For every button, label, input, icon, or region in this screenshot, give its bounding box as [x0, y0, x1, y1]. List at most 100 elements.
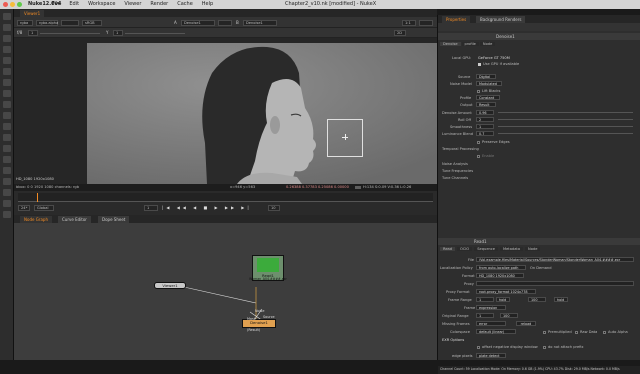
- preserve-edges-checkbox[interactable]: [477, 141, 480, 144]
- tab-ocio[interactable]: OCIO: [457, 247, 473, 251]
- denoise-amount-field[interactable]: 0.96: [476, 110, 494, 115]
- read1-header[interactable]: Read1: [438, 238, 640, 245]
- frame-select[interactable]: expression: [476, 305, 506, 310]
- particles-tools-icon[interactable]: [3, 145, 11, 152]
- furnace-tools-icon[interactable]: [3, 189, 11, 196]
- gamma-field[interactable]: 1: [113, 30, 123, 36]
- tab-dope-sheet[interactable]: Dope Sheet: [98, 216, 130, 223]
- input-b-node-select[interactable]: Denoise1: [243, 20, 277, 26]
- compare-mode-select[interactable]: [218, 20, 232, 26]
- downscale-select[interactable]: [419, 20, 433, 26]
- toolsets-icon[interactable]: [3, 167, 11, 174]
- menu-workspace[interactable]: Workspace: [88, 1, 115, 7]
- tab-read-node[interactable]: Node: [525, 247, 541, 251]
- tab-read[interactable]: Read: [440, 247, 456, 251]
- viewer-area[interactable]: HD_1080 1920x1080: [14, 38, 437, 184]
- tune-channels-toggle[interactable]: Tune Channels: [442, 176, 468, 180]
- metadata-tools-icon[interactable]: [3, 134, 11, 141]
- premultiplied-checkbox[interactable]: [543, 331, 546, 334]
- proxy-path-field[interactable]: [476, 281, 634, 286]
- offset-negative-checkbox[interactable]: [477, 346, 480, 349]
- ofx-tools-icon[interactable]: [3, 200, 11, 207]
- original-range-end-field[interactable]: 100: [500, 313, 518, 318]
- fps-field[interactable]: 24*: [18, 205, 30, 211]
- viewer1-node[interactable]: Viewer1: [154, 282, 186, 289]
- temporal-processing-toggle[interactable]: Temporal Processing: [442, 147, 479, 151]
- node-graph[interactable]: Viewer1 Read1 Woman_A04.####.exr Denoise…: [14, 223, 437, 360]
- smoothness-field[interactable]: 1: [476, 124, 494, 129]
- timeline-playhead[interactable]: [37, 193, 38, 202]
- range-mode-select[interactable]: Global: [34, 205, 54, 211]
- tab-metadata[interactable]: Metadata: [500, 247, 524, 251]
- tune-frequencies-toggle[interactable]: Tune Frequencies: [442, 169, 473, 173]
- tab-properties[interactable]: Properties: [442, 16, 471, 23]
- tab-denoise[interactable]: Denoise: [440, 42, 461, 46]
- roll-off-field[interactable]: 2: [476, 117, 494, 122]
- reload-button[interactable]: reload: [516, 321, 536, 326]
- frame-range-before-select[interactable]: hold: [496, 297, 510, 302]
- denoise1-header[interactable]: Denoise1: [438, 33, 640, 40]
- lift-blacks-checkbox[interactable]: [477, 90, 480, 93]
- frame-range-start-field[interactable]: 1: [476, 297, 494, 302]
- noise-model-select[interactable]: Modulated: [476, 81, 502, 86]
- gizmos-tools-icon[interactable]: [3, 211, 11, 218]
- input-a-node-select[interactable]: Denoise1: [181, 20, 215, 26]
- viewer-image[interactable]: [87, 43, 437, 184]
- menu-cache[interactable]: Cache: [177, 1, 193, 7]
- tab-sequence[interactable]: Sequence: [474, 247, 498, 251]
- transform-tools-icon[interactable]: [3, 101, 11, 108]
- other-tools-icon[interactable]: [3, 178, 11, 185]
- edge-pixels-select[interactable]: plate detect: [476, 353, 506, 358]
- file-path-field[interactable]: /Vol.example.files/Material/Sources/Ston…: [476, 257, 634, 262]
- merge-tools-icon[interactable]: [3, 90, 11, 97]
- colorspace-select[interactable]: default (linear): [476, 329, 516, 334]
- tab-viewer1[interactable]: Viewer1: [20, 10, 45, 17]
- clip-mode-button[interactable]: 2D: [394, 30, 406, 36]
- color-tools-icon[interactable]: [3, 57, 11, 64]
- menu-edit[interactable]: Edit: [69, 1, 79, 7]
- roll-off-slider[interactable]: [498, 119, 633, 120]
- localization-policy-select[interactable]: from auto-localize path: [476, 265, 526, 270]
- enable-checkbox[interactable]: [477, 155, 480, 158]
- tab-node-graph[interactable]: Node Graph: [20, 216, 52, 223]
- input-a-channel-select[interactable]: [61, 20, 79, 26]
- output-select[interactable]: Result: [476, 102, 496, 107]
- channel-tools-icon[interactable]: [3, 46, 11, 53]
- zoom-select[interactable]: 1:1: [402, 20, 416, 26]
- menu-viewer[interactable]: Viewer: [124, 1, 141, 7]
- alpha-select[interactable]: rgba.alpha: [36, 20, 58, 26]
- image-tools-icon[interactable]: [3, 13, 11, 20]
- gain-field[interactable]: 1: [28, 30, 38, 36]
- denoise-amount-slider[interactable]: [498, 112, 633, 113]
- profile-select[interactable]: Constant: [476, 95, 500, 100]
- tab-node[interactable]: Node: [479, 42, 496, 46]
- frame-range-end-field[interactable]: 100: [528, 297, 546, 302]
- gamma-slider[interactable]: [125, 33, 185, 34]
- gain-slider[interactable]: [40, 33, 100, 34]
- menu-file[interactable]: File: [52, 1, 60, 7]
- current-frame-field[interactable]: 1: [144, 205, 158, 211]
- channels-select[interactable]: rgba: [17, 20, 33, 26]
- step-field[interactable]: 10: [268, 205, 280, 211]
- use-gpu-checkbox[interactable]: [478, 63, 481, 66]
- deep-tools-icon[interactable]: [3, 156, 11, 163]
- auto-alpha-checkbox[interactable]: [603, 331, 606, 334]
- time-tools-icon[interactable]: [3, 35, 11, 42]
- do-not-attach-checkbox[interactable]: [543, 346, 546, 349]
- luminance-blend-field[interactable]: 0.7: [476, 131, 494, 136]
- tab-curve-editor[interactable]: Curve Editor: [58, 216, 91, 223]
- zoom-window-icon[interactable]: [17, 2, 22, 7]
- keyer-tools-icon[interactable]: [3, 79, 11, 86]
- tab-profile[interactable]: profile: [461, 42, 479, 46]
- 3d-tools-icon[interactable]: [3, 112, 11, 119]
- read1-node[interactable]: Read1 Woman_A04.####.exr: [249, 255, 287, 281]
- frame-range-after-select[interactable]: hold: [554, 297, 568, 302]
- colorspace-select[interactable]: sRGB: [82, 20, 102, 26]
- source-select[interactable]: Digital: [476, 74, 496, 79]
- smoothness-slider[interactable]: [498, 126, 633, 127]
- analysis-region-center-icon[interactable]: [342, 134, 348, 140]
- format-select[interactable]: HD_1080 1920x1080: [476, 273, 524, 278]
- close-window-icon[interactable]: [3, 2, 8, 7]
- menu-render[interactable]: Render: [150, 1, 168, 7]
- noise-analysis-toggle[interactable]: Noise Analysis: [442, 162, 468, 166]
